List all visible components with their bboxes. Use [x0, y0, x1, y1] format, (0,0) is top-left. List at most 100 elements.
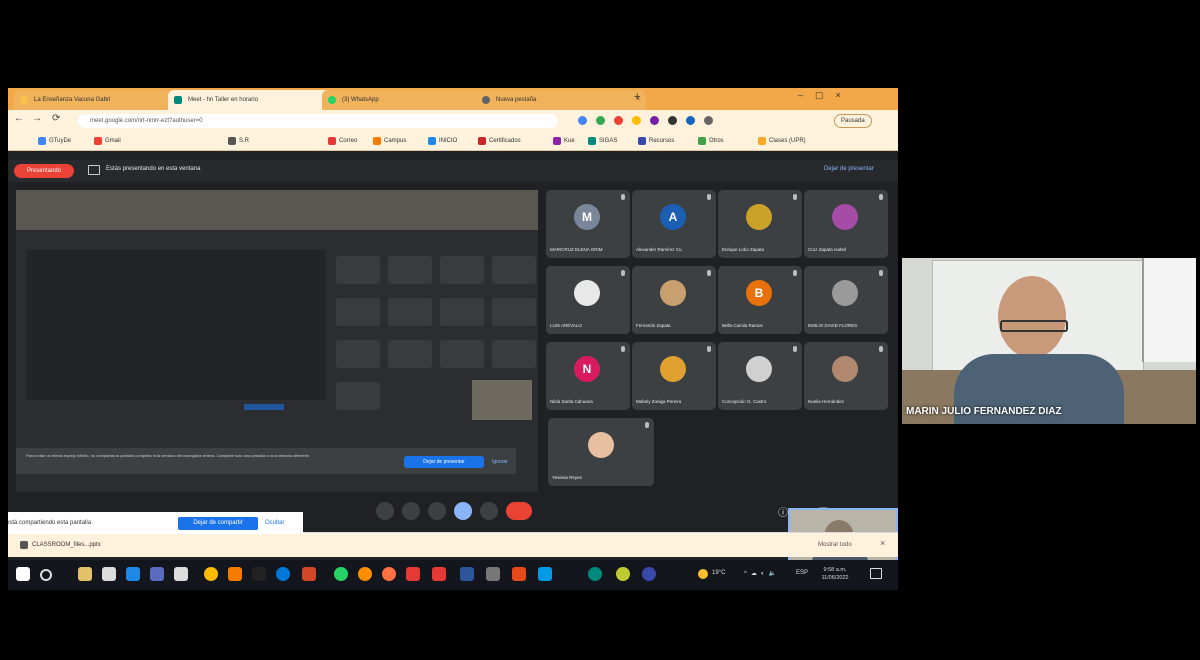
participant-tile[interactable]: Mabely Zuniga Pereira: [632, 342, 716, 410]
extension-icon[interactable]: [596, 116, 605, 125]
participant-tile[interactable]: Fernando Zapata: [632, 266, 716, 334]
participant-tile[interactable]: A Alexander Ramírez Cu: [632, 190, 716, 258]
download-bar: CLASSROOM_files...pptx Mostrar todo ×: [8, 532, 898, 557]
show-all-link[interactable]: Mostrar todo: [818, 538, 852, 552]
extension-icon[interactable]: [686, 116, 695, 125]
participant-tile[interactable]: EMILIO DAVID FLORES: [804, 266, 888, 334]
taskbar-app-icon[interactable]: [588, 567, 602, 581]
reload-icon[interactable]: ⟳: [52, 113, 60, 124]
bookmark[interactable]: SIGAS: [588, 134, 617, 148]
mic-icon: [793, 346, 797, 352]
bookmark[interactable]: S.R: [228, 134, 249, 148]
preview-header: [16, 190, 538, 230]
weather-icon[interactable]: [698, 569, 708, 579]
participant-name: EMILIO DAVID FLORES: [808, 323, 858, 328]
taskbar-app-icon[interactable]: [538, 567, 552, 581]
taskbar-app-icon[interactable]: [406, 567, 420, 581]
bookmark[interactable]: GTuyDe: [38, 134, 71, 148]
windows-taskbar: 19°C ^☁◐🔈 ESP 9:58 a.m. 11/06/2022: [8, 560, 898, 590]
back-icon[interactable]: ←: [14, 113, 24, 124]
leave-call-button[interactable]: [506, 502, 532, 520]
taskbar-app-icon[interactable]: [486, 567, 500, 581]
tab-label: (3) WhatsApp: [342, 97, 379, 103]
bookmark[interactable]: INICIO: [428, 134, 457, 148]
taskbar-app-icon[interactable]: [358, 567, 372, 581]
participant-tile[interactable]: Noelia Hernández: [804, 342, 888, 410]
taskbar-app-icon[interactable]: [102, 567, 116, 581]
taskbar-app-icon[interactable]: [382, 567, 396, 581]
bookmark[interactable]: Clases (UPR): [758, 134, 806, 148]
clock[interactable]: 9:58 a.m. 11/06/2022: [820, 566, 850, 582]
search-icon[interactable]: [40, 569, 52, 581]
participant-tile[interactable]: Concepción G. Castro: [718, 342, 802, 410]
participant-tile[interactable]: Yesenia Reyes: [548, 418, 654, 486]
taskbar-app-icon[interactable]: [228, 567, 242, 581]
participant-name: Cruz Zapata Isabel: [808, 247, 847, 252]
present-button[interactable]: [454, 502, 472, 520]
bookmark[interactable]: Certificados: [478, 134, 521, 148]
browser-tab[interactable]: La Enseñanza Vacuna Gabri ×: [14, 90, 184, 110]
participant-tile[interactable]: LUIS ARÉVALO: [546, 266, 630, 334]
more-options-button[interactable]: [480, 502, 498, 520]
profile-button[interactable]: Pausada: [834, 114, 872, 128]
taskbar-app-icon[interactable]: [432, 567, 446, 581]
extension-icon[interactable]: [650, 116, 659, 125]
edge-icon[interactable]: [276, 567, 290, 581]
stop-presenting-button[interactable]: Dejar de presentar: [404, 456, 484, 468]
bookmark[interactable]: Recursos: [638, 134, 674, 148]
participant-tile[interactable]: Enrique Lobo Zapata: [718, 190, 802, 258]
window-controls[interactable]: –▢×: [798, 90, 853, 101]
language-indicator[interactable]: ESP: [796, 570, 808, 576]
avatar: [746, 204, 772, 230]
bookmark[interactable]: Otros: [698, 134, 724, 148]
system-tray-icons[interactable]: ^☁◐🔈: [744, 570, 780, 577]
captions-button[interactable]: [428, 502, 446, 520]
file-explorer-icon[interactable]: [78, 567, 92, 581]
taskbar-app-icon[interactable]: [150, 567, 164, 581]
browser-tab[interactable]: Nueva pestaña ×: [476, 90, 646, 110]
mic-button[interactable]: [376, 502, 394, 520]
participant-tile[interactable]: N Nilda Sarita Cahuana: [546, 342, 630, 410]
store-icon[interactable]: [126, 567, 140, 581]
word-icon[interactable]: [460, 567, 474, 581]
bookmark[interactable]: Correo: [328, 134, 357, 148]
taskbar-app-icon[interactable]: [642, 567, 656, 581]
presenting-button[interactable]: Presentando: [14, 164, 74, 178]
bookmark[interactable]: Kue: [553, 134, 575, 148]
windows-start-icon[interactable]: [16, 567, 30, 581]
close-icon[interactable]: ×: [880, 538, 885, 548]
hide-button[interactable]: Ocultar: [265, 517, 284, 530]
ignore-button[interactable]: Ignorar: [492, 456, 508, 468]
extension-icon[interactable]: [668, 116, 677, 125]
extension-icon[interactable]: [578, 116, 587, 125]
puzzle-icon[interactable]: [704, 116, 713, 125]
bookmark[interactable]: Gmail: [94, 134, 121, 148]
taskbar-app-icon[interactable]: [252, 567, 266, 581]
stop-presenting-link[interactable]: Dejar de presentar: [824, 166, 874, 172]
stop-sharing-button[interactable]: Dejar de compartir: [178, 517, 258, 530]
notification-icon[interactable]: [870, 568, 882, 579]
taskbar-app-icon[interactable]: [616, 567, 630, 581]
whatsapp-icon[interactable]: [334, 567, 348, 581]
browser-tab-active[interactable]: Meet - hn Taller en horario ×: [168, 90, 338, 110]
taskbar-app-icon[interactable]: [512, 567, 526, 581]
participant-tile[interactable]: M MARICRUZ ELENA GRIM: [546, 190, 630, 258]
forward-icon[interactable]: →: [32, 113, 42, 124]
url-input[interactable]: meet.google.com/nrt-nmrr-ezt?authuser=0: [78, 114, 558, 128]
powerpoint-icon[interactable]: [302, 567, 316, 581]
participant-tile[interactable]: Cruz Zapata Isabel: [804, 190, 888, 258]
avatar: [660, 356, 686, 382]
chrome-icon[interactable]: [204, 567, 218, 581]
new-tab-button[interactable]: +: [634, 91, 640, 103]
weather-text: 19°C: [712, 570, 726, 576]
avatar: [574, 280, 600, 306]
extension-icon[interactable]: [632, 116, 641, 125]
participant-tile[interactable]: B Bella Camila Ramos: [718, 266, 802, 334]
extension-icon[interactable]: [614, 116, 623, 125]
download-item[interactable]: CLASSROOM_files...pptx: [18, 538, 158, 552]
taskbar-app-icon[interactable]: [174, 567, 188, 581]
browser-tab[interactable]: (3) WhatsApp ×: [322, 90, 492, 110]
bookmark[interactable]: Campus: [373, 134, 406, 148]
camera-button[interactable]: [402, 502, 420, 520]
screen-background: [1142, 258, 1196, 362]
